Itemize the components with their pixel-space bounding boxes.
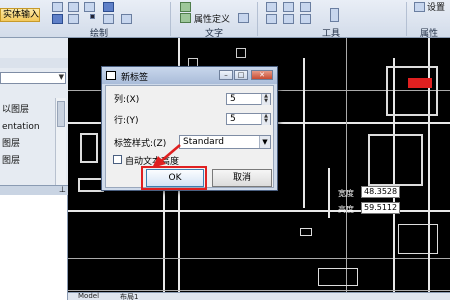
furniture-block <box>300 228 312 236</box>
label-style-select[interactable]: Standard ▼ <box>179 135 271 149</box>
tool-a-icon[interactable] <box>266 2 277 12</box>
text-style-icon[interactable] <box>238 13 249 23</box>
point-icon[interactable] <box>90 14 95 19</box>
tool-b-icon[interactable] <box>283 2 294 12</box>
mtext-input-button[interactable]: 实体输入 <box>0 8 40 22</box>
dialog-body: 列:(X) 5 ▲ ▼ 行:(Y) 5 ▲ ▼ 标签样式:(Z) Standard … <box>105 85 274 190</box>
wall-line <box>328 168 330 218</box>
list-item[interactable]: entation <box>0 121 55 134</box>
tool-d-icon[interactable] <box>266 14 277 24</box>
auto-text-height-checkbox[interactable] <box>113 155 122 164</box>
attribute-define-icon[interactable] <box>180 13 191 23</box>
chevron-down-icon: ▼ <box>58 73 64 81</box>
spinner-arrows-icon[interactable]: ▲ ▼ <box>261 114 270 125</box>
highlight-box <box>141 166 207 190</box>
columns-spinner[interactable]: 5 ▲ ▼ <box>226 93 271 105</box>
columns-value: 5 <box>230 94 236 104</box>
rotate-icon[interactable] <box>68 2 79 12</box>
dialog-title-bar[interactable]: 新标签 – □ ✕ <box>102 67 277 84</box>
table-icon[interactable] <box>103 2 114 12</box>
tab-model[interactable]: Model <box>78 292 99 300</box>
wall-line <box>68 290 450 291</box>
furniture-block <box>368 134 423 186</box>
spinner-arrows-icon[interactable]: ▲ ▼ <box>261 94 270 105</box>
tool-e-icon[interactable] <box>283 14 294 24</box>
pin-icon[interactable]: ⊥ <box>59 185 66 194</box>
tool-c-icon[interactable] <box>300 2 311 12</box>
rows-label: 行:(Y) <box>114 116 139 126</box>
height-label: 高度 <box>338 205 354 214</box>
ribbon-toolbar: 实体输入 绘制 属性定义 文字 工具 设置 属性 <box>0 0 450 39</box>
height-value[interactable]: 59.5112 <box>361 202 401 214</box>
grid-icon[interactable] <box>103 14 114 24</box>
new-label-dialog: 新标签 – □ ✕ 列:(X) 5 ▲ ▼ 行:(Y) 5 ▲ ▼ 标签样式:(Z)… <box>101 66 278 191</box>
app-icon <box>106 71 116 80</box>
scroll-thumb[interactable] <box>57 101 65 127</box>
move-icon[interactable] <box>52 2 63 12</box>
layer-combo[interactable]: ▼ <box>0 72 66 84</box>
list-item[interactable]: 图层 <box>0 138 55 151</box>
hatch-icon[interactable] <box>52 14 63 24</box>
tool-g-icon[interactable] <box>330 8 339 22</box>
text-edit-icon[interactable] <box>180 2 191 12</box>
furniture-block <box>386 66 438 116</box>
region-icon[interactable] <box>121 14 132 24</box>
width-label: 宽度 <box>338 189 354 198</box>
layer-panel: ▼ 以图层 entation 图层 图层 图层 ⊥ <box>0 38 68 300</box>
rows-value: 5 <box>230 114 236 124</box>
settings-button[interactable]: 设置 <box>427 0 445 13</box>
furniture-block <box>80 133 98 163</box>
furniture-block <box>398 224 438 254</box>
layout-tabs: Model 布局1 <box>68 292 450 300</box>
list-item[interactable]: 图层 <box>0 155 55 168</box>
furniture-block <box>236 48 246 58</box>
attribute-define-button[interactable]: 属性定义 <box>194 12 230 25</box>
tool-f-icon[interactable] <box>300 14 311 24</box>
gradient-icon[interactable] <box>68 14 79 24</box>
furniture-block <box>318 268 358 286</box>
minimize-button[interactable]: – <box>219 70 233 80</box>
width-value[interactable]: 48.3528 <box>361 186 401 198</box>
furniture-block <box>408 78 432 88</box>
label-style-label: 标签样式:(Z) <box>114 139 167 149</box>
ribbon-separator <box>170 2 171 36</box>
tab-layout1[interactable]: 布局1 <box>120 292 138 300</box>
wall-line <box>346 38 347 300</box>
dialog-title: 新标签 <box>121 73 149 83</box>
close-button[interactable]: ✕ <box>251 70 273 80</box>
panel-header: ⊥ <box>0 185 68 195</box>
maximize-button[interactable]: □ <box>234 70 248 80</box>
list-item[interactable]: 以图层 <box>0 104 55 117</box>
scale-icon[interactable] <box>84 2 95 12</box>
chevron-down-icon[interactable]: ▼ <box>259 136 270 148</box>
cancel-button[interactable]: 取消 <box>212 169 272 187</box>
rows-spinner[interactable]: 5 ▲ ▼ <box>226 113 271 125</box>
columns-label: 列:(X) <box>114 95 140 105</box>
panel-body <box>0 195 68 300</box>
ribbon-separator <box>257 2 258 36</box>
label-style-value: Standard <box>183 137 224 147</box>
ribbon-separator <box>406 2 407 36</box>
properties-icon[interactable] <box>414 2 425 12</box>
wall-line <box>303 58 305 208</box>
panel-title-bar <box>0 58 68 68</box>
